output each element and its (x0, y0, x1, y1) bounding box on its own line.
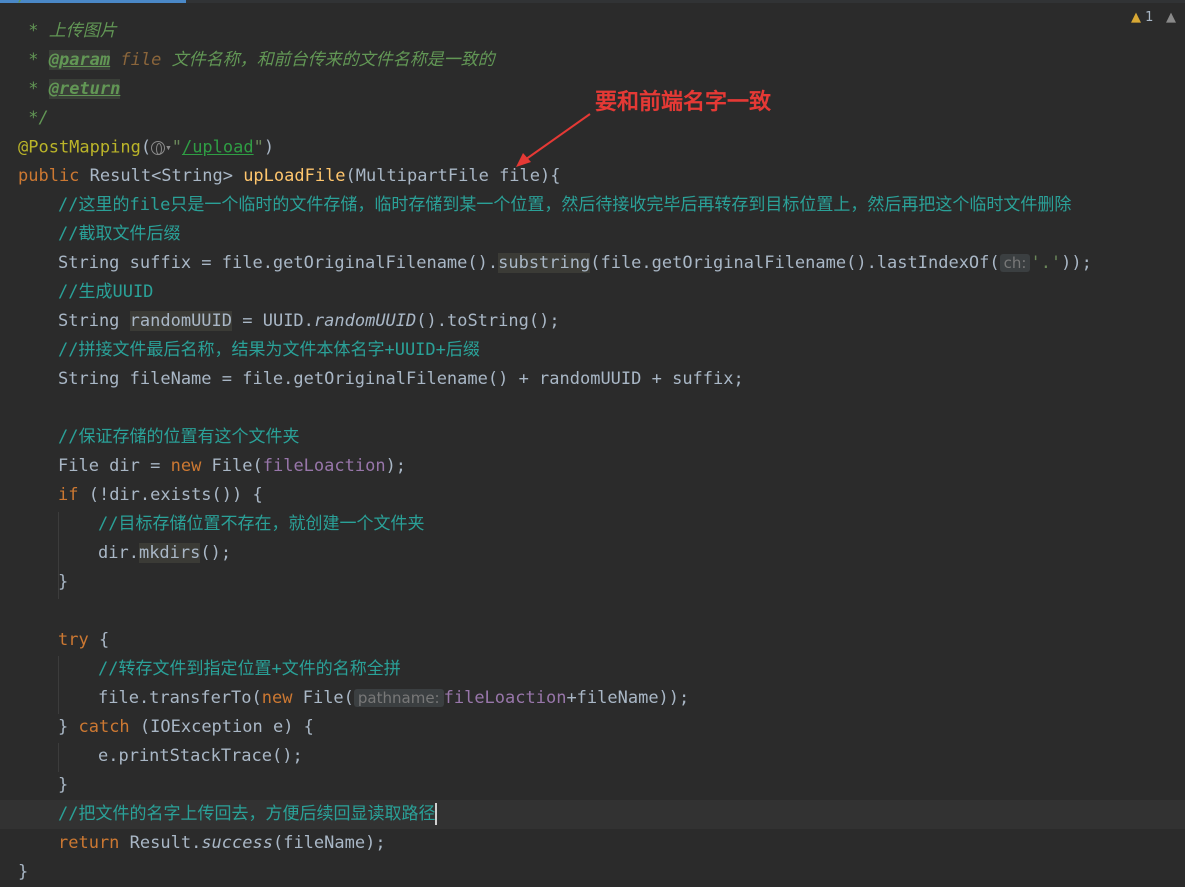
brace: } (58, 572, 69, 592)
code-line: String fileName = file.getOriginalFilena… (58, 365, 744, 394)
code-line: * 上传图片 (18, 17, 117, 46)
comment-text: //保证存储的位置有这个文件夹 (58, 427, 300, 447)
keyword: new (170, 456, 202, 476)
code-line: return Result.success(fileName); (58, 829, 386, 858)
code-text: File( (201, 456, 263, 476)
parameter-hint: pathname: (353, 689, 444, 707)
doc-title: * 上传图片 (18, 21, 117, 41)
comment-text: //目标存储位置不存在，就创建一个文件夹 (98, 514, 425, 534)
annotation-arrow-icon (516, 113, 591, 167)
static-method: success (201, 833, 273, 853)
param-name: file (120, 50, 162, 70)
code-comment: //这里的file只是一个临时的文件存储，临时存储到某一个位置，然后待接收完毕后… (58, 191, 1071, 220)
globe-icon[interactable] (151, 140, 166, 155)
code-comment: //生成UUID (58, 278, 153, 307)
code-text: (!dir.exists()) { (78, 485, 263, 505)
indent-guide (58, 656, 59, 714)
keyword: if (58, 485, 79, 505)
method-name[interactable]: upLoadFile (243, 166, 345, 186)
code-text: = UUID. (232, 311, 314, 331)
code-text: (fileName); (272, 833, 386, 853)
code-text: +fileName)); (566, 688, 690, 708)
code-comment: //截取文件后缀 (58, 220, 180, 249)
param-desc: 文件名称，和前台传来的文件名称是一致的 (161, 50, 495, 70)
code-comment: //目标存储位置不存在，就创建一个文件夹 (98, 510, 424, 539)
code-text: file.transferTo( (98, 688, 262, 708)
code-text: e.printStackTrace(); (98, 746, 303, 766)
field-reference: fileLoaction (262, 456, 386, 476)
code-line: } (18, 858, 28, 887)
keyword: new (261, 688, 293, 708)
code-line: public Result<String> upLoadFile(Multipa… (18, 162, 560, 191)
code-line: @PostMapping(▾"/upload") (18, 137, 275, 158)
parameter-hint: ch: (999, 254, 1031, 272)
code-text: File( (292, 688, 354, 708)
code-comment: //保证存储的位置有这个文件夹 (58, 423, 299, 452)
field-reference: fileLoaction (443, 688, 567, 708)
code-text: ); (385, 456, 407, 476)
annotation: @PostMapping (18, 137, 141, 158)
code-line: } (58, 568, 68, 597)
doc-close: */ (18, 108, 49, 128)
code-line: * @return (18, 75, 121, 104)
code-line: */ (18, 104, 49, 133)
comment-text: //截取文件后缀 (58, 224, 181, 244)
code-comment: //转存文件到指定位置+文件的名称全拼 (98, 655, 401, 684)
mapping-path-link[interactable]: /upload (182, 138, 254, 158)
code-line: if (!dir.exists()) { (58, 481, 263, 510)
keyword: return (58, 833, 120, 853)
doc-open: /** (18, 0, 49, 6)
code-text: } (58, 717, 79, 737)
highlighted-method: mkdirs (138, 543, 201, 563)
code-text: (IOException e) { (129, 717, 314, 737)
code-text: )); (1061, 253, 1092, 273)
brace: } (18, 862, 29, 882)
keyword: catch (78, 717, 130, 737)
code-line: } (58, 771, 68, 800)
current-line: //把文件的名字上传回去，方便后续回显读取路径 (0, 800, 1185, 829)
brace: } (58, 775, 69, 795)
code-line: file.transferTo(new File(pathname: fileLo… (98, 684, 689, 713)
code-line: String suffix = file.getOriginalFilename… (58, 249, 1092, 278)
code-line: e.printStackTrace(); (98, 742, 303, 771)
code-line: dir.mkdirs(); (98, 539, 231, 568)
char-literal: '.' (1030, 253, 1062, 273)
code-text: String fileName = file.getOriginalFilena… (58, 369, 744, 389)
code-text: File dir = (58, 456, 171, 476)
code-text: (); (200, 543, 232, 563)
code-line: } catch (IOException e) { (58, 713, 314, 742)
code-line: * @param file 文件名称，和前台传来的文件名称是一致的 (18, 46, 495, 75)
comment-text: //生成UUID (58, 282, 154, 302)
code-line: String randomUUID = UUID.randomUUID().to… (58, 307, 560, 336)
param-tag: @param (48, 50, 111, 70)
comment-text: //把文件的名字上传回去，方便后续回显读取路径 (58, 804, 436, 824)
code-line: /** (18, 0, 49, 11)
code-comment: //拼接文件最后名称，结果为文件本体名字+UUID+后缀 (58, 336, 480, 365)
indent-guide (58, 743, 59, 772)
highlighted-variable: randomUUID (129, 311, 233, 331)
doc-star: * (18, 50, 49, 70)
code-text: { (88, 630, 110, 650)
text-caret (435, 803, 438, 825)
return-type: Result<String> (79, 166, 244, 186)
comment-text: //这里的file只是一个临时的文件存储，临时存储到某一个位置，然后待接收完毕后… (58, 195, 1072, 215)
code-text: ().toString(); (416, 311, 560, 331)
code-line: try { (58, 626, 109, 655)
code-text: Result. (119, 833, 202, 853)
return-tag: @return (48, 79, 121, 99)
highlighted-method: substring (498, 253, 591, 273)
doc-star: * (18, 79, 49, 99)
comment-text: //拼接文件最后名称，结果为文件本体名字+UUID+后缀 (58, 340, 480, 360)
code-line: File dir = new File(fileLoaction); (58, 452, 406, 481)
comment-text: //转存文件到指定位置+文件的名称全拼 (98, 659, 401, 679)
chevron-down-icon[interactable]: ▾ (165, 141, 172, 154)
annotation-callout: 要和前端名字一致 (595, 90, 772, 115)
code-text: dir. (98, 543, 139, 563)
keyword: try (58, 630, 89, 650)
code-text: (file.getOriginalFilename().lastIndexOf( (590, 253, 1000, 273)
static-method: randomUUID (313, 311, 417, 331)
keyword: public (18, 166, 80, 186)
code-text: String suffix = file.getOriginalFilename… (58, 253, 499, 273)
code-text: String (58, 311, 130, 331)
